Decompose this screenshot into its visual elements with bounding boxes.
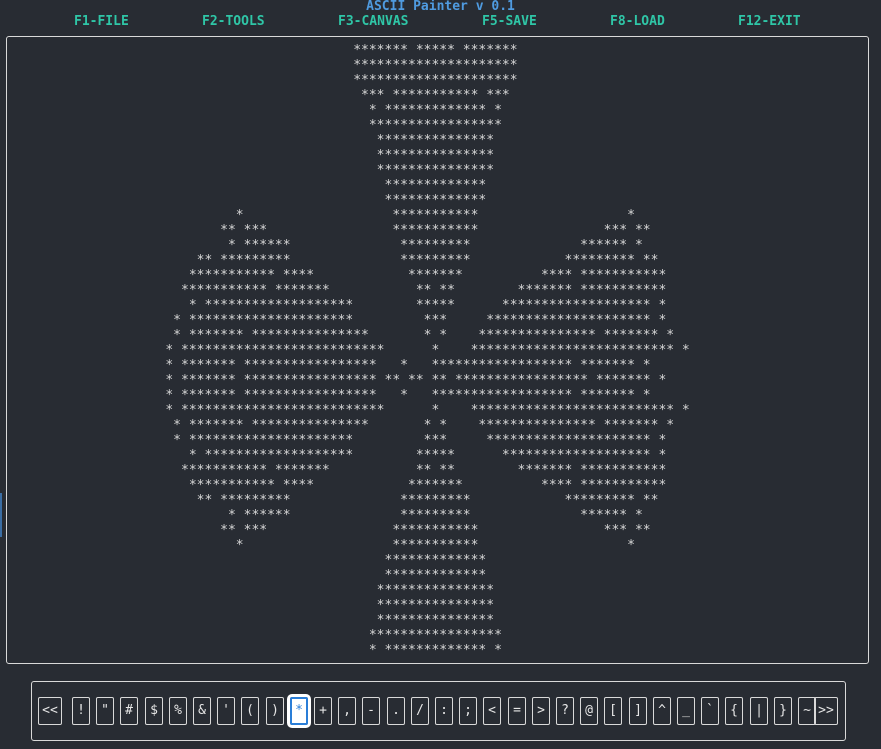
palette-char-button[interactable]: & [193, 697, 211, 725]
canvas-line: * ******* ***************** * **********… [6, 388, 651, 403]
canvas-line: ******* ***** ******* [6, 43, 518, 58]
canvas-line: *********** ******* ** ** ******* ******… [6, 463, 667, 478]
canvas-line: * ******************* ***** ************… [6, 298, 667, 313]
menu-exit[interactable]: F12-EXIT [738, 13, 801, 31]
canvas-line: ***************** [6, 628, 502, 643]
canvas-line: *********** **** ******* **** **********… [6, 268, 667, 283]
palette-char-button[interactable]: = [508, 697, 526, 725]
canvas-line: * ******* *************** * * **********… [6, 328, 675, 343]
canvas-line: ** ********* ********* ********* ** [6, 253, 659, 268]
menu-tools[interactable]: F2-TOOLS [202, 13, 265, 31]
palette-char-button[interactable]: } [774, 697, 792, 725]
canvas-line: ** *** *********** *** ** [6, 223, 651, 238]
palette-char-button[interactable]: , [338, 697, 356, 725]
palette-char-button[interactable]: < [483, 697, 501, 725]
canvas-line: ***************** [6, 118, 502, 133]
canvas-line: * ****** ********* ****** * [6, 508, 643, 523]
canvas-line: * *********** * [6, 538, 635, 553]
canvas-line: *** *********** *** [6, 88, 510, 103]
canvas-line: ************* [6, 193, 487, 208]
menu-save[interactable]: F5-SAVE [482, 13, 537, 31]
side-scroll-marker [0, 493, 2, 537]
canvas-line: * ************************** * *********… [6, 403, 690, 418]
palette-char-button[interactable]: $ [145, 697, 163, 725]
palette-char-button[interactable]: ; [459, 697, 477, 725]
canvas-line: * ****** ********* ****** * [6, 238, 643, 253]
canvas-line: * ********************* *** ************… [6, 433, 667, 448]
character-palette: <<! " # $% & '() * +, -. /:; < = >? @[] ^ _ `{|} ~ >> [31, 681, 846, 741]
canvas-line: ********************* [6, 73, 518, 88]
canvas-line: ************* [6, 568, 487, 583]
canvas-line: *************** [6, 163, 495, 178]
ascii-painter-app: ASCII Painter v 0.1 F1-FILE F2-TOOLS F3-… [0, 0, 881, 749]
palette-char-button[interactable]: ! [72, 697, 90, 725]
palette-char-button[interactable]: ] [629, 697, 647, 725]
canvas-line: *************** [6, 148, 495, 163]
palette-char-button[interactable]: " [96, 697, 114, 725]
canvas-line: * ******* ***************** ** ** ** ***… [6, 373, 667, 388]
canvas-line: * *********** * [6, 208, 635, 223]
palette-char-button[interactable]: / [411, 697, 429, 725]
app-title: ASCII Painter v 0.1 [366, 0, 515, 14]
palette-char-button[interactable]: ( [241, 697, 259, 725]
palette-char-selected[interactable]: * [287, 694, 311, 728]
palette-char-button[interactable]: ` [701, 697, 719, 725]
canvas-line: * ******************* ***** ************… [6, 448, 667, 463]
canvas-line: * ************* * [6, 103, 502, 118]
canvas-line: * ************* * [6, 643, 502, 658]
palette-char-button[interactable]: ? [556, 697, 574, 725]
canvas-line: ************* [6, 553, 487, 568]
canvas-line: ********************* [6, 58, 518, 73]
palette-char-button[interactable]: [ [604, 697, 622, 725]
canvas-line: * ********************* *** ************… [6, 313, 667, 328]
palette-prev-button[interactable]: << [38, 697, 62, 725]
palette-char-button[interactable]: - [362, 697, 380, 725]
menu-file[interactable]: F1-FILE [74, 13, 129, 31]
palette-char-button[interactable]: : [435, 697, 453, 725]
canvas-line: *************** [6, 598, 495, 613]
ascii-art: ******* ***** ******* ******************… [6, 43, 690, 658]
palette-char-button[interactable]: { [725, 697, 743, 725]
canvas-line: ** ********* ********* ********* ** [6, 493, 659, 508]
canvas-line: *************** [6, 133, 495, 148]
drawing-canvas[interactable]: ******* ***** ******* ******************… [6, 36, 869, 664]
canvas-line: *************** [6, 613, 495, 628]
palette-char-button[interactable]: ^ [653, 697, 671, 725]
palette-char-button[interactable]: % [169, 697, 187, 725]
palette-char-button[interactable]: . [387, 697, 405, 725]
palette-char-button[interactable]: > [532, 697, 550, 725]
menu-load[interactable]: F8-LOAD [610, 13, 665, 31]
canvas-line: *************** [6, 583, 495, 598]
palette-char-button[interactable]: ' [217, 697, 235, 725]
canvas-line: ************* [6, 178, 487, 193]
palette-char-button[interactable]: + [314, 697, 332, 725]
palette-char-button[interactable]: ) [266, 697, 284, 725]
palette-char-button[interactable]: _ [677, 697, 695, 725]
canvas-line: * ******* ***************** * **********… [6, 358, 651, 373]
palette-char-button[interactable]: # [120, 697, 138, 725]
menu-canvas[interactable]: F3-CANVAS [338, 13, 408, 31]
palette-char-button[interactable]: | [750, 697, 768, 725]
menu-bar: F1-FILE F2-TOOLS F3-CANVAS F5-SAVE F8-LO… [0, 13, 881, 31]
canvas-line: * ************************** * *********… [6, 343, 690, 358]
canvas-line: ** *** *********** *** ** [6, 523, 651, 538]
canvas-line: *********** ******* ** ** ******* ******… [6, 283, 667, 298]
canvas-line: * ******* *************** * * **********… [6, 418, 675, 433]
canvas-line: *********** **** ******* **** **********… [6, 478, 667, 493]
palette-next-button[interactable]: >> [814, 697, 838, 725]
palette-char-button[interactable]: @ [580, 697, 598, 725]
